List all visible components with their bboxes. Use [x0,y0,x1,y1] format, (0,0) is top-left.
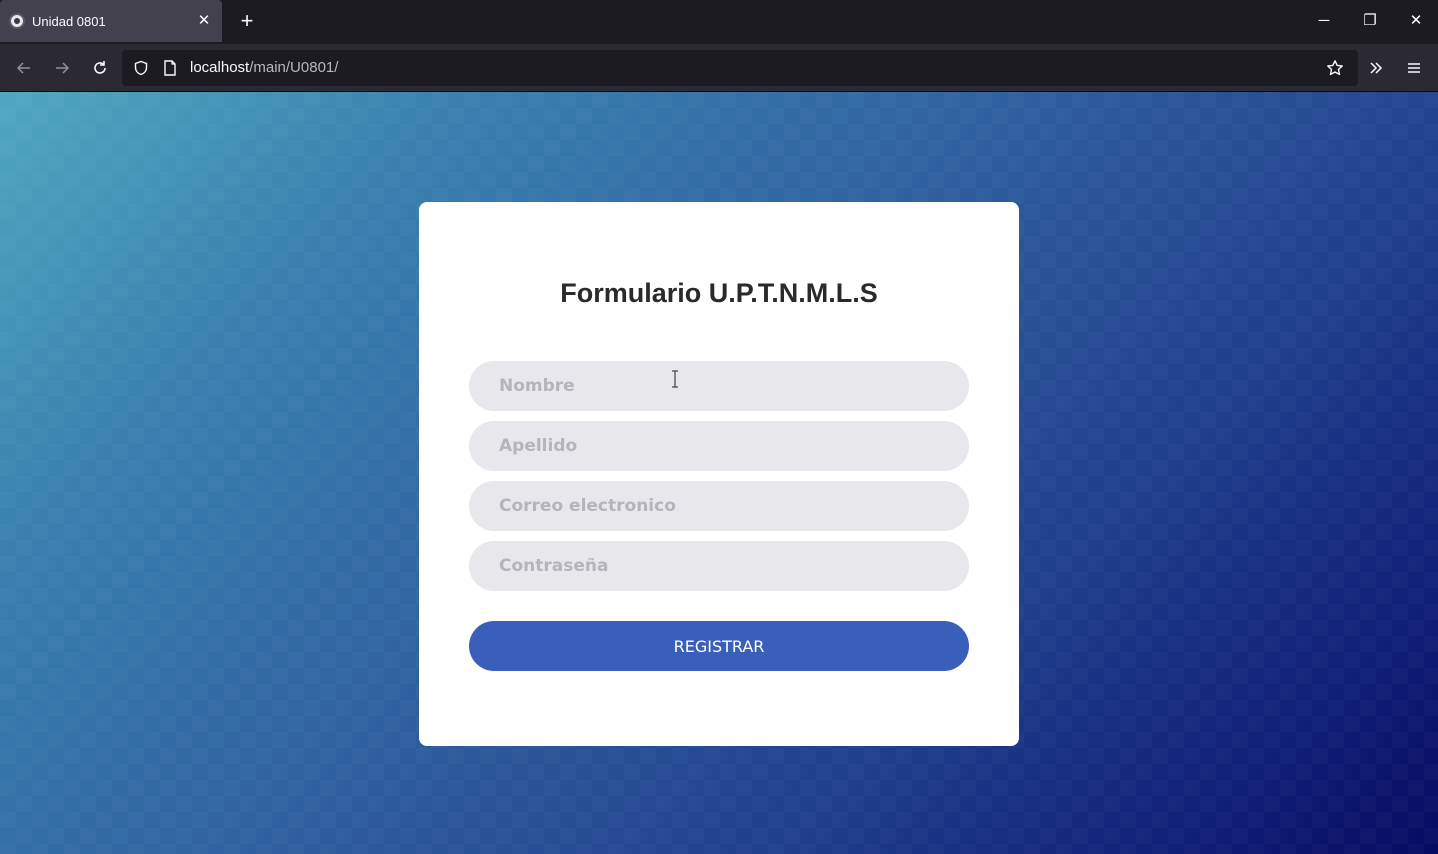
registrar-button[interactable]: REGISTRAR [469,621,969,671]
url-bar[interactable]: localhost/main/U0801/ [122,50,1358,86]
page-icon[interactable] [160,58,180,78]
tab-title: Unidad 0801 [32,13,106,29]
site-favicon-icon [9,13,25,29]
password-input[interactable] [469,541,969,591]
reload-icon[interactable] [86,54,114,82]
menu-icon[interactable] [1400,54,1428,82]
bookmark-star-icon[interactable] [1325,58,1345,78]
registration-form: Formulario U.P.T.N.M.L.S REGISTRAR [419,202,1019,746]
forward-icon[interactable] [48,54,76,82]
page-viewport: Formulario U.P.T.N.M.L.S REGISTRAR [0,92,1438,854]
close-tab-icon[interactable]: ✕ [194,11,214,31]
navigation-bar: localhost/main/U0801/ [0,44,1438,92]
nombre-input[interactable] [469,361,969,411]
url-text[interactable]: localhost/main/U0801/ [190,59,338,76]
shield-icon[interactable] [131,58,151,78]
browser-tab[interactable]: Unidad 0801 ✕ [0,0,222,42]
text-cursor-icon [672,370,678,388]
back-icon[interactable] [10,54,38,82]
apellido-input[interactable] [469,421,969,471]
form-title: Formulario U.P.T.N.M.L.S [560,278,878,308]
new-tab-button[interactable]: + [234,10,260,34]
extensions-overflow-icon[interactable] [1362,54,1390,82]
correo-input[interactable] [469,481,969,531]
tab-bar: Unidad 0801 ✕ + ─ ❐ ✕ [0,0,1438,44]
url-path: /main/U0801/ [249,59,339,76]
url-host: localhost [190,59,250,76]
close-window-button[interactable]: ✕ [1401,8,1431,34]
restore-button[interactable]: ❐ [1355,8,1385,34]
minimize-button[interactable]: ─ [1309,8,1339,34]
